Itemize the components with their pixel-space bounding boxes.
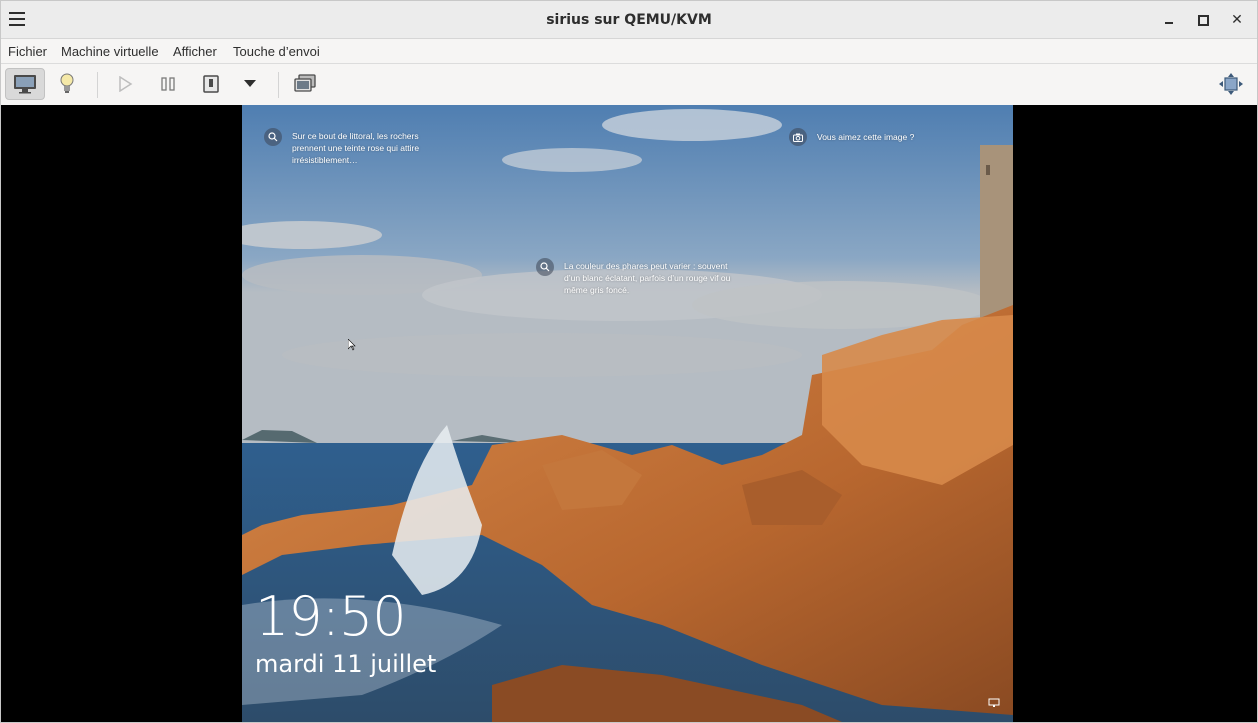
console-button[interactable] — [5, 68, 45, 100]
toolbar-separator — [278, 72, 279, 98]
lockscreen-time: 19:50 — [255, 585, 407, 648]
menu-bar: Fichier Machine virtuelle Afficher Touch… — [1, 39, 1257, 64]
toolbar — [1, 64, 1257, 105]
camera-icon[interactable] — [789, 128, 807, 146]
shutdown-icon — [203, 75, 219, 93]
shutdown-menu-button[interactable] — [230, 68, 270, 100]
minimize-button[interactable] — [1159, 10, 1179, 30]
mouse-cursor-icon — [348, 339, 356, 351]
run-icon — [119, 76, 133, 92]
hint-top-right-text[interactable]: Vous aimez cette image ? — [817, 131, 914, 143]
search-hint-icon[interactable] — [264, 128, 282, 146]
pause-icon — [161, 77, 175, 91]
maximize-button[interactable] — [1193, 10, 1213, 30]
close-icon: ✕ — [1231, 12, 1243, 28]
shutdown-button[interactable] — [191, 68, 231, 100]
menu-touche-envoi[interactable]: Touche d’envoi — [233, 44, 320, 59]
details-button[interactable] — [47, 68, 87, 100]
shutdown-menu-arrow-icon — [244, 80, 256, 87]
fullscreen-button[interactable] — [1211, 68, 1251, 100]
menu-afficher[interactable]: Afficher — [173, 44, 217, 59]
network-icon[interactable] — [988, 698, 1000, 708]
lockscreen-date: mardi 11 juillet — [255, 650, 437, 678]
title-bar: sirius sur QEMU/KVM ✕ — [1, 1, 1257, 39]
pause-button[interactable] — [148, 68, 188, 100]
run-button[interactable] — [105, 68, 145, 100]
snapshot-button[interactable] — [285, 68, 325, 100]
fullscreen-icon — [1219, 73, 1243, 95]
search-hint-icon[interactable] — [536, 258, 554, 276]
vm-display[interactable]: Sur ce bout de littoral, les rochers pre… — [1, 105, 1257, 722]
menu-fichier[interactable]: Fichier — [8, 44, 47, 59]
menu-machine-virtuelle[interactable]: Machine virtuelle — [61, 44, 159, 59]
window-title: sirius sur QEMU/KVM — [546, 12, 712, 28]
toolbar-separator — [97, 72, 98, 98]
hint-top-left-text: Sur ce bout de littoral, les rochers pre… — [292, 131, 420, 165]
snapshot-icon — [294, 74, 316, 92]
console-icon — [14, 75, 36, 94]
details-lightbulb-icon — [60, 73, 74, 93]
lock-screen[interactable]: Sur ce bout de littoral, les rochers pre… — [242, 105, 1013, 722]
maximize-icon — [1197, 14, 1209, 26]
vm-viewer-window: sirius sur QEMU/KVM ✕ Fichier Machine vi… — [0, 0, 1258, 723]
hint-center-text: La couleur des phares peut varier : souv… — [564, 261, 731, 295]
minimize-icon — [1165, 22, 1173, 24]
close-button[interactable]: ✕ — [1227, 10, 1247, 30]
